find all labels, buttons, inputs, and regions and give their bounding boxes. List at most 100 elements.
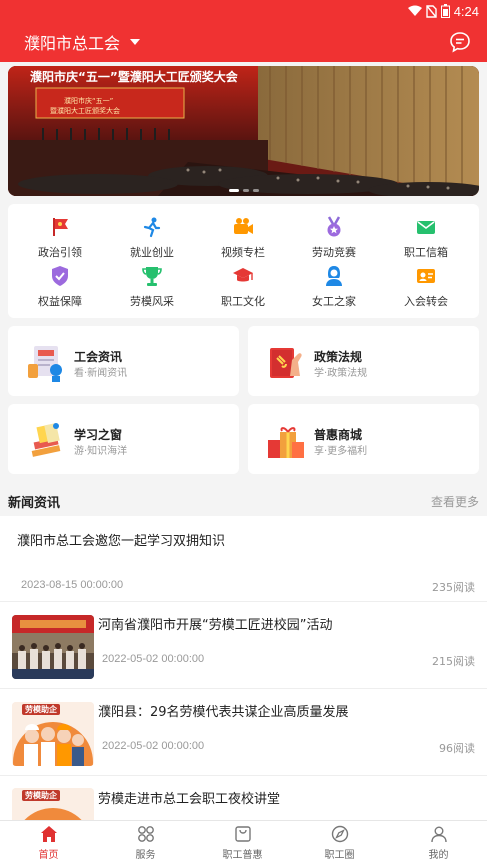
news-item[interactable]: 濮阳市总工会邀您一起学习双拥知识 2023-08-15 00:00:00 235…	[0, 516, 487, 602]
banner-sign-line2: 暨濮阳大工匠颁奖大会	[50, 107, 120, 115]
grid-item-label: 权益保障	[38, 295, 82, 308]
feature-card-mall[interactable]: 普惠商城 享·更多福利	[248, 404, 479, 474]
medal-icon	[327, 216, 341, 237]
news-thumbnail: 劳模助企	[12, 702, 94, 766]
news-section-title: 新闻资讯	[8, 496, 61, 511]
tab-label: 职工普惠	[222, 850, 263, 861]
news-photo	[12, 615, 94, 679]
grid-item-mailbox[interactable]: 职工信箱	[391, 216, 461, 266]
tab-label: 职工圈	[324, 850, 355, 861]
city-selector[interactable]: 濮阳市总工会	[24, 22, 141, 62]
compass-icon	[331, 825, 348, 843]
battery-icon	[440, 4, 450, 18]
city-label: 濮阳市总工会	[24, 34, 121, 53]
feature-title: 工会资讯	[74, 350, 123, 364]
function-grid: 政治引领 就业创业 视频专栏 劳动竞赛 职工信箱 权益保障 劳模风采 职工文化 …	[8, 204, 479, 318]
grid-item-women-home[interactable]: 女工之家	[299, 265, 369, 315]
message-bubble-icon[interactable]	[449, 31, 471, 53]
news-section-header: 新闻资讯 查看更多	[0, 484, 487, 516]
mail-icon	[417, 221, 435, 234]
gift-icon	[268, 427, 304, 458]
grid-item-membership-transfer[interactable]: 入会转会	[391, 265, 461, 315]
app-header: 濮阳市总工会	[0, 22, 487, 62]
grid-item-video[interactable]: 视频专栏	[208, 216, 278, 266]
news-item-reads: 96阅读	[439, 742, 475, 755]
tab-label: 服务	[135, 850, 156, 861]
news-item-date: 2022-05-02 00:00:00	[102, 740, 205, 752]
newspaper-icon	[28, 346, 62, 382]
status-bar: 4:24	[0, 0, 487, 22]
feature-card-union-news[interactable]: 工会资讯 看·新闻资讯	[8, 326, 239, 396]
feature-card-learning[interactable]: 学习之窗 游·知识海洋	[8, 404, 239, 474]
grid-item-culture[interactable]: 职工文化	[208, 265, 278, 315]
grid-item-label: 政治引领	[38, 246, 82, 259]
grid-item-label: 女工之家	[312, 295, 356, 308]
news-item-title: 濮阳县：29名劳模代表共谋企业高质量发展	[98, 705, 349, 720]
news-item[interactable]: 劳模助企 濮阳县：29名劳模代表共谋企业高质量发展 2022-05-02 00:…	[0, 689, 487, 776]
feature-subtitle: 看·新闻资讯	[74, 368, 128, 379]
grid-item-employment[interactable]: 就业创业	[117, 216, 187, 266]
carousel-indicator	[8, 189, 479, 192]
grid-item-political-leadership[interactable]: 政治引领	[25, 216, 95, 266]
news-section: 新闻资讯 查看更多 濮阳市总工会邀您一起学习双拥知识 2023-08-15 00…	[0, 484, 487, 820]
grid-item-label: 职工文化	[221, 295, 265, 308]
no-sim-icon	[425, 4, 437, 18]
video-icon	[234, 218, 253, 234]
thumb-caption: 劳模助企	[22, 790, 60, 801]
news-thumbnail	[12, 615, 94, 679]
news-item-date: 2022-05-02 00:00:00	[102, 653, 205, 665]
tab-services[interactable]: 服务	[97, 821, 194, 865]
carousel-dot	[252, 189, 259, 192]
runner-icon	[143, 217, 161, 238]
tab-home[interactable]: 首页	[0, 821, 97, 865]
banner-title: 濮阳市庆“五一”暨濮阳大工匠颁奖大会	[30, 70, 238, 84]
grid-item-label: 视频专栏	[221, 246, 265, 259]
banner-sign-line1: 濮阳市庆“五一”	[64, 97, 114, 105]
feature-subtitle: 游·知识海洋	[74, 446, 128, 457]
news-item-title: 河南省濮阳市开展“劳模工匠进校园”活动	[98, 618, 333, 633]
grid-item-labor-competition[interactable]: 劳动竞赛	[299, 216, 369, 266]
tab-community[interactable]: 职工圈	[291, 821, 388, 865]
banner-carousel[interactable]: 濮阳市庆“五一”暨濮阳大工匠颁奖大会 濮阳市庆“五一” 暨濮阳大工匠颁奖大会	[8, 66, 479, 196]
feature-card-policy[interactable]: 政策法规 学·政策法规	[248, 326, 479, 396]
news-item[interactable]: 河南省濮阳市开展“劳模工匠进校园”活动 2022-05-02 00:00:00 …	[0, 602, 487, 689]
tab-label: 我的	[428, 850, 449, 861]
feature-subtitle: 享·更多福利	[314, 446, 368, 457]
law-book-icon	[270, 348, 302, 378]
carousel-dot	[242, 189, 249, 192]
status-time: 4:24	[453, 3, 479, 19]
woman-icon	[326, 266, 342, 286]
grid-item-label: 职工信箱	[404, 246, 448, 259]
bottom-tab-bar: 首页 服务 职工普惠 职工圈 我的	[0, 820, 487, 865]
tab-mine[interactable]: 我的	[390, 821, 487, 865]
tab-benefits[interactable]: 职工普惠	[194, 821, 291, 865]
carousel-dot	[228, 189, 239, 192]
grid-item-label: 就业创业	[130, 246, 174, 259]
view-more-link[interactable]: 查看更多	[431, 493, 479, 510]
books-icon	[31, 422, 61, 457]
shield-icon	[52, 266, 68, 286]
flag-icon	[53, 218, 68, 236]
grid-icon	[137, 826, 154, 842]
grid-item-rights-protection[interactable]: 权益保障	[25, 265, 95, 315]
bag-icon	[234, 826, 251, 842]
home-icon	[40, 826, 57, 842]
news-item-reads: 215阅读	[432, 655, 475, 668]
chevron-down-icon	[130, 39, 141, 45]
trophy-icon	[142, 267, 162, 286]
feature-title: 普惠商城	[314, 428, 363, 442]
feature-title: 政策法规	[314, 350, 363, 364]
news-item-reads: 235阅读	[432, 581, 475, 594]
news-item[interactable]: 劳模助企 劳模走进市总工会职工夜校讲堂	[0, 776, 487, 820]
grid-item-label: 劳模风采	[130, 295, 174, 308]
status-icons: 4:24	[407, 2, 479, 20]
news-item-title: 濮阳市总工会邀您一起学习双拥知识	[17, 534, 226, 549]
grid-item-model-workers[interactable]: 劳模风采	[117, 265, 187, 315]
user-icon	[430, 826, 447, 843]
tab-label: 首页	[38, 850, 59, 861]
feature-subtitle: 学·政策法规	[314, 368, 368, 379]
feature-title: 学习之窗	[74, 428, 123, 442]
graduation-cap-icon	[233, 268, 253, 282]
thumb-caption: 劳模助企	[22, 704, 60, 715]
wifi-icon	[407, 5, 422, 16]
